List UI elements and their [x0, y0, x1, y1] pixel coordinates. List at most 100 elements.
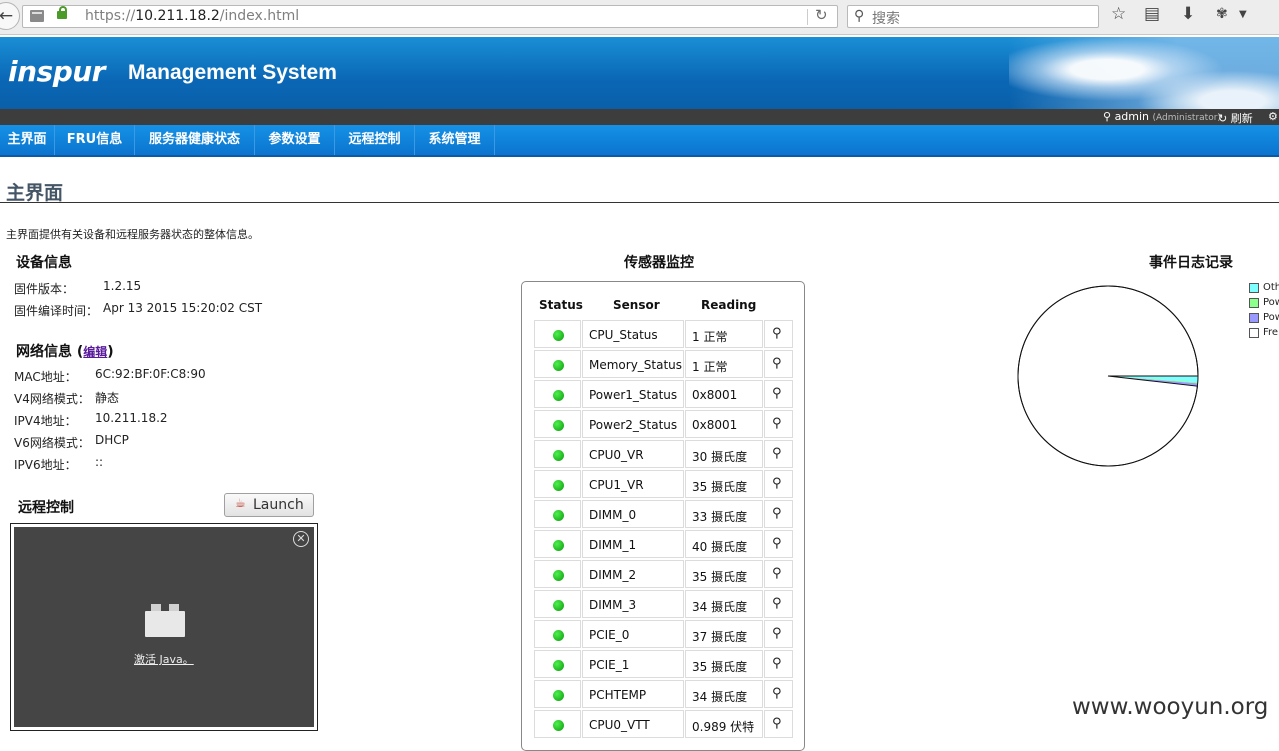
url-bar[interactable]: https://10.211.18.2/index.html ↻ [22, 5, 838, 28]
search-icon: ⚲ [854, 8, 865, 24]
sensor-detail-cell[interactable]: ⚲ [764, 680, 793, 708]
fw-build-value: Apr 13 2015 15:20:02 CST [103, 301, 263, 315]
sensor-detail-cell[interactable]: ⚲ [764, 620, 793, 648]
nav-item-health[interactable]: 服务器健康状态 [135, 125, 255, 155]
edit-network-link[interactable]: 编辑 [83, 345, 107, 359]
sensor-detail-cell[interactable]: ⚲ [764, 350, 793, 378]
sensor-detail-cell[interactable]: ⚲ [764, 470, 793, 498]
sensor-reading-cell: 0.989 伏特 [685, 710, 763, 738]
bookmarks-list-icon[interactable]: ▤ [1144, 4, 1160, 24]
bookmark-star-icon[interactable]: ☆ [1111, 4, 1126, 24]
download-icon[interactable]: ⬇ [1181, 4, 1195, 24]
status-ok-icon [553, 690, 564, 701]
nav-item-settings[interactable]: 参数设置 [255, 125, 335, 155]
sensor-detail-cell[interactable]: ⚲ [764, 710, 793, 738]
sensor-name: DIMM_1 [589, 538, 637, 552]
magnifier-icon[interactable]: ⚲ [772, 716, 782, 731]
sensor-detail-cell[interactable]: ⚲ [764, 380, 793, 408]
sensor-reading-cell: 0x8001 [685, 380, 763, 408]
sensor-reading-cell: 0x8001 [685, 410, 763, 438]
plugin-icon[interactable] [145, 604, 185, 637]
addon-icon[interactable]: ✾ [1216, 6, 1228, 22]
legend-item: Fre [1249, 327, 1279, 341]
sensor-reading: 0x8001 [692, 418, 738, 432]
activate-java-link[interactable]: 激活 Java。 [134, 651, 194, 667]
sensor-row: PCHTEMP 34 摄氏度 ⚲ [534, 680, 793, 708]
magnifier-icon[interactable]: ⚲ [772, 326, 782, 341]
chevron-down-icon[interactable]: ▼ [1239, 9, 1247, 20]
launch-label: Launch [253, 497, 304, 513]
sensor-name-cell: DIMM_1 [582, 530, 684, 558]
magnifier-icon[interactable]: ⚲ [772, 356, 782, 371]
sensor-status-cell [534, 320, 581, 348]
event-log-pie-chart [1017, 285, 1199, 467]
sensor-name: PCHTEMP [589, 688, 647, 702]
sensor-status-cell [534, 620, 581, 648]
page-info-icon[interactable] [30, 10, 44, 22]
sensor-name: DIMM_2 [589, 568, 637, 582]
reload-icon[interactable]: ↻ [815, 6, 828, 24]
sensor-name: DIMM_0 [589, 508, 637, 522]
col-sensor-header: Sensor [613, 298, 660, 312]
sensor-name-cell: PCHTEMP [582, 680, 684, 708]
nav-item-system[interactable]: 系统管理 [415, 125, 495, 155]
ipv4-label: IPV4地址： [14, 414, 77, 428]
magnifier-icon[interactable]: ⚲ [772, 626, 782, 641]
sensor-row: DIMM_3 34 摄氏度 ⚲ [534, 590, 793, 618]
magnifier-icon[interactable]: ⚲ [772, 596, 782, 611]
sensor-status-cell [534, 380, 581, 408]
sensor-detail-cell[interactable]: ⚲ [764, 650, 793, 678]
magnifier-icon[interactable]: ⚲ [772, 656, 782, 671]
sensor-row: CPU0_VTT 0.989 伏特 ⚲ [534, 710, 793, 738]
sensor-detail-cell[interactable]: ⚲ [764, 500, 793, 528]
status-ok-icon [553, 600, 564, 611]
sensor-reading: 40 摄氏度 [692, 540, 748, 554]
magnifier-icon[interactable]: ⚲ [772, 416, 782, 431]
sensor-name: DIMM_3 [589, 598, 637, 612]
sensor-row: PCIE_1 35 摄氏度 ⚲ [534, 650, 793, 678]
sensor-reading-cell: 37 摄氏度 [685, 620, 763, 648]
magnifier-icon[interactable]: ⚲ [772, 506, 782, 521]
refresh-button[interactable]: ↻ 刷新 [1218, 110, 1253, 126]
sensor-status-cell [534, 590, 581, 618]
username: admin [1114, 110, 1150, 123]
user-role: (Administrator) [1152, 113, 1221, 123]
sensor-reading: 33 摄氏度 [692, 510, 748, 524]
close-icon[interactable]: ✕ [293, 531, 309, 547]
col-reading-header: Reading [701, 298, 757, 312]
sensor-name: PCIE_0 [589, 628, 630, 642]
nav-item-fru[interactable]: FRU信息 [55, 125, 135, 155]
sensor-row: CPU1_VR 35 摄氏度 ⚲ [534, 470, 793, 498]
sensor-name: CPU1_VR [589, 478, 644, 492]
inspur-logo: inspur [8, 55, 105, 88]
nav-item-remote[interactable]: 远程控制 [335, 125, 415, 155]
back-button[interactable]: ← [0, 2, 20, 30]
sensor-detail-cell[interactable]: ⚲ [764, 410, 793, 438]
sensor-name: CPU_Status [589, 328, 658, 342]
user-bar: ⚲ admin (Administrator) ↻ 刷新 ⚙ [0, 109, 1279, 125]
sensor-detail-cell[interactable]: ⚲ [764, 590, 793, 618]
magnifier-icon[interactable]: ⚲ [772, 476, 782, 491]
sensor-row: Memory_Status 1 正常 ⚲ [534, 350, 793, 378]
sensor-name: Power1_Status [589, 388, 678, 402]
sensor-detail-cell[interactable]: ⚲ [764, 440, 793, 468]
magnifier-icon[interactable]: ⚲ [772, 446, 782, 461]
sensor-detail-cell[interactable]: ⚲ [764, 320, 793, 348]
magnifier-icon[interactable]: ⚲ [772, 566, 782, 581]
magnifier-icon[interactable]: ⚲ [772, 686, 782, 701]
ipv4-value: 10.211.18.2 [95, 411, 168, 425]
sensor-row: Power2_Status 0x8001 ⚲ [534, 410, 793, 438]
sensor-reading-cell: 30 摄氏度 [685, 440, 763, 468]
url-text[interactable]: https://10.211.18.2/index.html [85, 8, 299, 24]
java-plugin-area: ✕ 激活 Java。 [14, 527, 314, 727]
search-input[interactable]: ⚲ 搜索 [847, 5, 1099, 28]
nav-item-home[interactable]: 主界面 [0, 125, 55, 155]
magnifier-icon[interactable]: ⚲ [772, 386, 782, 401]
magnifier-icon[interactable]: ⚲ [772, 536, 782, 551]
lock-icon[interactable] [57, 6, 67, 19]
launch-button[interactable]: ☕ Launch [224, 493, 314, 517]
search-placeholder: 搜索 [872, 11, 900, 27]
logout-icon[interactable]: ⚙ [1268, 110, 1278, 123]
sensor-detail-cell[interactable]: ⚲ [764, 560, 793, 588]
sensor-detail-cell[interactable]: ⚲ [764, 530, 793, 558]
